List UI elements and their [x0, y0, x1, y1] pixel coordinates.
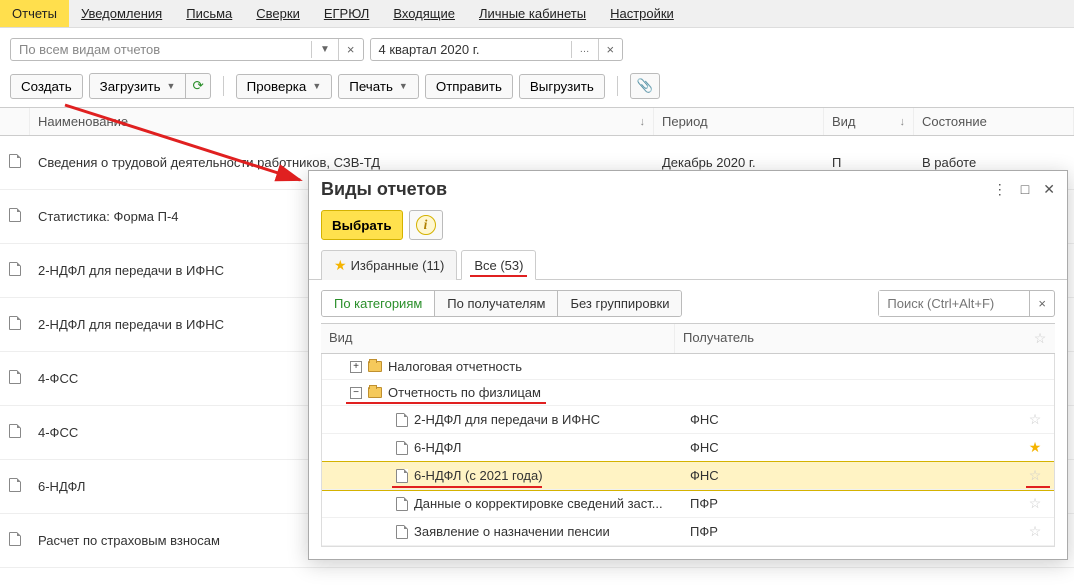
clear-icon[interactable]: × [338, 39, 363, 60]
annotation-underline [470, 275, 527, 277]
tree-item-row[interactable]: 2-НДФЛ для передачи в ИФНС ФНС ☆ [322, 406, 1054, 434]
separator [223, 76, 224, 96]
expand-icon[interactable]: + [350, 361, 362, 373]
nav-reconciliations[interactable]: Сверки [244, 0, 312, 27]
document-icon [9, 478, 21, 492]
top-nav: Отчеты Уведомления Письма Сверки ЕГРЮЛ В… [0, 0, 1074, 28]
sort-arrow-icon: ↓ [900, 116, 906, 128]
tree-item-row[interactable]: 6-НДФЛ (с 2021 года) ФНС ☆ [322, 462, 1054, 490]
report-types-dialog: Виды отчетов ⋮ □ ✕ Выбрать i ★ Избранные… [308, 170, 1068, 560]
filter-report-type[interactable]: По всем видам отчетов ▼ × [10, 38, 364, 61]
create-button[interactable]: Создать [10, 74, 83, 99]
star-icon: ★ [334, 257, 347, 274]
star-icon[interactable]: ☆ [1029, 411, 1042, 427]
close-icon[interactable]: ✕ [1043, 181, 1055, 198]
filter-type-text: По всем видам отчетов [11, 39, 311, 60]
clear-icon[interactable]: × [598, 39, 623, 60]
tree-item-row[interactable]: Данные о корректировке сведений заст... … [322, 490, 1054, 518]
document-icon [396, 413, 408, 427]
attach-button[interactable]: 📎 [630, 73, 661, 99]
paperclip-icon: 📎 [637, 78, 654, 94]
tree-col-vid[interactable]: Вид [321, 324, 675, 353]
chevron-down-icon[interactable]: ▼ [311, 41, 338, 58]
subtab-no-group[interactable]: Без группировки [558, 291, 681, 316]
load-button[interactable]: Загрузить▼ [89, 73, 187, 99]
filter-row: По всем видам отчетов ▼ × 4 квартал 2020… [0, 28, 1074, 65]
tree-body: + Налоговая отчетность − Отчетность по ф… [321, 354, 1055, 547]
col-state[interactable]: Состояние [914, 108, 1074, 135]
ellipsis-icon[interactable]: … [571, 41, 598, 58]
refresh-icon: ⟳ [192, 78, 203, 94]
chevron-down-icon: ▼ [312, 81, 321, 91]
nav-notifications[interactable]: Уведомления [69, 0, 174, 27]
folder-icon [368, 387, 382, 398]
star-icon[interactable]: ★ [1029, 439, 1042, 455]
export-button[interactable]: Выгрузить [519, 74, 605, 99]
sort-arrow-icon: ↓ [640, 116, 646, 128]
filter-period-text: 4 квартал 2020 г. [371, 39, 571, 60]
collapse-icon[interactable]: − [350, 387, 362, 399]
document-icon [396, 497, 408, 511]
nav-incoming[interactable]: Входящие [381, 0, 467, 27]
tab-favorites[interactable]: ★ Избранные (11) [321, 250, 457, 280]
select-button[interactable]: Выбрать [321, 210, 403, 240]
clear-search-icon[interactable]: × [1029, 291, 1054, 316]
send-button[interactable]: Отправить [425, 74, 513, 99]
main-toolbar: Создать Загрузить▼ ⟳ Проверка▼ Печать▼ О… [0, 65, 1074, 107]
tree-item-row[interactable]: Заявление о назначении пенсии ПФР ☆ [322, 518, 1054, 546]
annotation-underline [346, 402, 546, 404]
tree-folder-row[interactable]: + Налоговая отчетность [322, 354, 1054, 380]
col-vid[interactable]: Вид↓ [824, 108, 914, 135]
nav-egrul[interactable]: ЕГРЮЛ [312, 0, 381, 27]
separator [617, 76, 618, 96]
info-button[interactable]: i [409, 210, 443, 240]
tree-col-star[interactable]: ☆ [1025, 324, 1055, 353]
star-icon[interactable]: ☆ [1029, 495, 1042, 511]
document-icon [396, 441, 408, 455]
col-period[interactable]: Период [654, 108, 824, 135]
annotation-underline [1026, 486, 1050, 488]
star-icon[interactable]: ☆ [1029, 467, 1042, 483]
nav-settings[interactable]: Настройки [598, 0, 686, 27]
maximize-icon[interactable]: □ [1021, 181, 1029, 198]
folder-icon [368, 361, 382, 372]
document-icon [396, 469, 408, 483]
tree-item-row[interactable]: 6-НДФЛ ФНС ★ [322, 434, 1054, 462]
nav-cabinets[interactable]: Личные кабинеты [467, 0, 598, 27]
document-icon [9, 424, 21, 438]
chevron-down-icon: ▼ [167, 81, 176, 91]
table-header: Наименование↓ Период Вид↓ Состояние [0, 107, 1074, 136]
filter-period[interactable]: 4 квартал 2020 г. … × [370, 38, 624, 61]
col-icon [0, 108, 30, 135]
nav-letters[interactable]: Письма [174, 0, 244, 27]
col-name[interactable]: Наименование↓ [30, 108, 654, 135]
annotation-underline [392, 486, 542, 488]
search-input[interactable] [879, 291, 1029, 316]
document-icon [9, 370, 21, 384]
tab-all[interactable]: Все (53) [461, 250, 536, 280]
info-icon: i [416, 215, 436, 235]
document-icon [396, 525, 408, 539]
nav-reports[interactable]: Отчеты [0, 0, 69, 27]
chevron-down-icon: ▼ [399, 81, 408, 91]
document-icon [9, 532, 21, 546]
tree-folder-row[interactable]: − Отчетность по физлицам [322, 380, 1054, 406]
document-icon [9, 208, 21, 222]
document-icon [9, 154, 21, 168]
check-button[interactable]: Проверка▼ [236, 74, 333, 99]
document-icon [9, 262, 21, 276]
refresh-button[interactable]: ⟳ [185, 73, 210, 99]
more-icon[interactable]: ⋮ [993, 181, 1007, 198]
print-button[interactable]: Печать▼ [338, 74, 419, 99]
star-icon: ☆ [1034, 330, 1047, 346]
dialog-title: Виды отчетов [321, 179, 993, 200]
tree-col-recipient[interactable]: Получатель [675, 324, 1025, 353]
subtab-recipients[interactable]: По получателям [435, 291, 558, 316]
document-icon [9, 316, 21, 330]
star-icon[interactable]: ☆ [1029, 523, 1042, 539]
subtab-categories[interactable]: По категориям [322, 291, 435, 316]
